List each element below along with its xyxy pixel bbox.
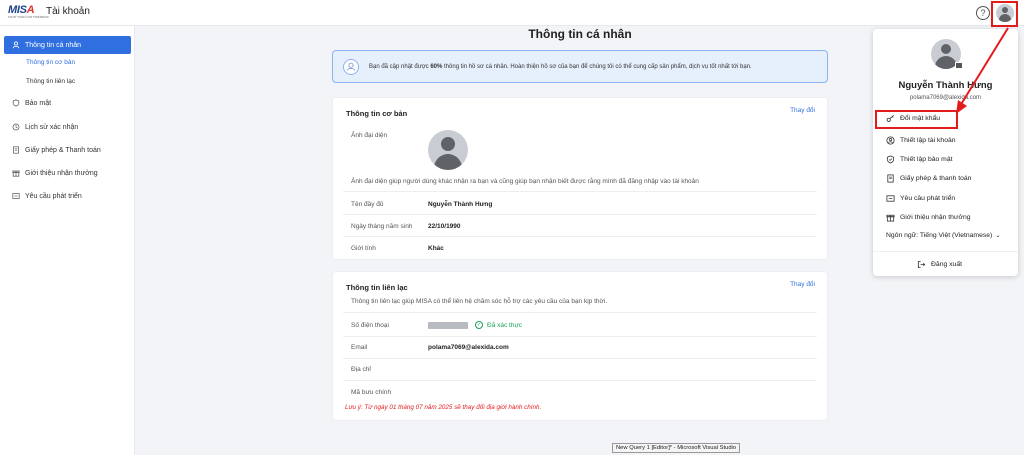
sidebar-item-security[interactable]: Bảo mật xyxy=(4,94,131,112)
avatar-help-text: Ảnh đại diện giúp người dùng khác nhận r… xyxy=(351,178,699,185)
annotation-arrow xyxy=(956,27,1009,114)
request-icon xyxy=(886,195,895,202)
email-label: Email xyxy=(351,344,368,351)
user-circle-icon xyxy=(886,136,895,145)
contact-info-card: Thông tin liên lạc Thay đổi Thông tin li… xyxy=(332,271,828,421)
dob-label: Ngày tháng năm sinh xyxy=(351,223,413,230)
divider xyxy=(873,251,1018,252)
highlight-box-change-password xyxy=(875,110,958,129)
user-icon xyxy=(12,41,20,49)
divider xyxy=(343,236,817,237)
sidebar-item-referral[interactable]: Giới thiệu nhận thưởng xyxy=(4,164,131,182)
address-label: Địa chỉ xyxy=(351,366,371,373)
chevron-down-icon: ⌄ xyxy=(995,233,1001,239)
sidebar-item-label: Bảo mật xyxy=(25,99,52,107)
shield-icon xyxy=(12,99,20,107)
verified-badge: ✓ Đã xác thực xyxy=(475,321,523,329)
divider xyxy=(343,336,817,337)
phone-label: Số điện thoại xyxy=(351,322,389,329)
sidebar: Thông tin cá nhân Thông tin cơ bản Thông… xyxy=(0,26,135,455)
page-title: Thông tin cá nhân xyxy=(528,27,632,41)
misa-logo[interactable]: MISA TRUST TODAY FOR TOMORROW xyxy=(8,4,49,20)
sidebar-sub-basic-info[interactable]: Thông tin cơ bản xyxy=(26,59,75,66)
receipt-icon xyxy=(887,174,894,183)
divider xyxy=(343,380,817,381)
card-title: Thông tin liên lạc xyxy=(346,283,408,292)
banner-text: Bạn đã cập nhật được 60% thông tin hồ sơ… xyxy=(369,63,752,70)
logout-icon xyxy=(917,260,926,269)
app-title: Tài khoản xyxy=(46,6,90,17)
sidebar-item-label: Lịch sử xác nhận xyxy=(25,123,79,131)
phone-value-redacted xyxy=(428,322,468,329)
gift-icon xyxy=(12,170,20,177)
sidebar-sub-contact-info[interactable]: Thông tin liên lạc xyxy=(26,78,75,85)
completion-percent: 60% xyxy=(430,63,443,70)
sidebar-item-label: Yêu cầu phát triển xyxy=(25,192,82,200)
profile-avatar[interactable] xyxy=(428,130,468,170)
menu-security-settings[interactable]: Thiết lập bảo mật xyxy=(886,155,953,164)
menu-referral[interactable]: Giới thiệu nhận thưởng xyxy=(886,213,971,222)
divider xyxy=(343,358,817,359)
gift-icon xyxy=(886,214,895,222)
gender-label: Giới tính xyxy=(351,245,376,252)
postal-code-label: Mã bưu chính xyxy=(351,389,392,396)
shield-icon xyxy=(886,155,895,164)
menu-language-select[interactable]: Ngôn ngữ: Tiếng Việt (Vietnamese) ⌄ xyxy=(886,232,1000,239)
logout-button[interactable]: Đăng xuất xyxy=(917,260,962,269)
edit-contact-info-link[interactable]: Thay đổi xyxy=(790,281,815,288)
help-icon[interactable]: ? xyxy=(976,6,990,20)
menu-license-payment[interactable]: Giấy phép & thanh toán xyxy=(886,174,971,183)
edit-basic-info-link[interactable]: Thay đổi xyxy=(790,107,815,114)
user-icon xyxy=(343,58,359,75)
divider xyxy=(343,312,817,313)
sidebar-item-personal-info[interactable]: Thông tin cá nhân xyxy=(4,36,131,54)
menu-dev-request[interactable]: Yêu cầu phát triển xyxy=(886,194,955,203)
check-icon: ✓ xyxy=(475,321,483,329)
sidebar-item-license-payment[interactable]: Giấy phép & Thanh toán xyxy=(4,141,131,159)
contact-description: Thông tin liên lạc giúp MISA có thể liên… xyxy=(351,298,608,305)
logo-mark: MISA xyxy=(8,4,35,16)
sidebar-item-label: Thông tin cá nhân xyxy=(25,41,82,49)
dob-value: 22/10/1990 xyxy=(428,223,461,230)
divider xyxy=(343,191,817,192)
avatar-label: Ảnh đại diện xyxy=(351,132,388,139)
gender-value: Khác xyxy=(428,245,444,252)
card-title: Thông tin cơ bản xyxy=(346,109,408,118)
sidebar-item-history[interactable]: Lịch sử xác nhận xyxy=(4,118,131,136)
taskbar-tooltip: New Query 1 [Editor]* - Microsoft Visual… xyxy=(612,443,741,453)
email-value: polama7069@alexida.com xyxy=(428,344,509,351)
fullname-label: Tên đầy đủ xyxy=(351,201,384,208)
boundary-change-note: Lưu ý: Từ ngày 01 tháng 07 năm 2025 sẽ t… xyxy=(345,404,542,411)
top-bar: MISA TRUST TODAY FOR TOMORROW Tài khoản … xyxy=(0,0,1024,26)
request-icon xyxy=(12,193,20,199)
receipt-icon xyxy=(13,146,19,154)
fullname-value: Nguyễn Thành Hưng xyxy=(428,201,493,208)
sidebar-item-label: Giới thiệu nhận thưởng xyxy=(25,169,98,177)
sidebar-item-label: Giấy phép & Thanh toán xyxy=(25,146,101,154)
sidebar-item-dev-request[interactable]: Yêu cầu phát triển xyxy=(4,187,131,205)
menu-account-settings[interactable]: Thiết lập tài khoản xyxy=(886,136,956,145)
logo-subtext: TRUST TODAY FOR TOMORROW xyxy=(8,16,49,19)
history-icon xyxy=(12,123,20,131)
divider xyxy=(343,214,817,215)
basic-info-card: Thông tin cơ bản Thay đổi Ảnh đại diện Ả… xyxy=(332,97,828,260)
profile-completion-banner: Bạn đã cập nhật được 60% thông tin hồ sơ… xyxy=(332,50,828,83)
